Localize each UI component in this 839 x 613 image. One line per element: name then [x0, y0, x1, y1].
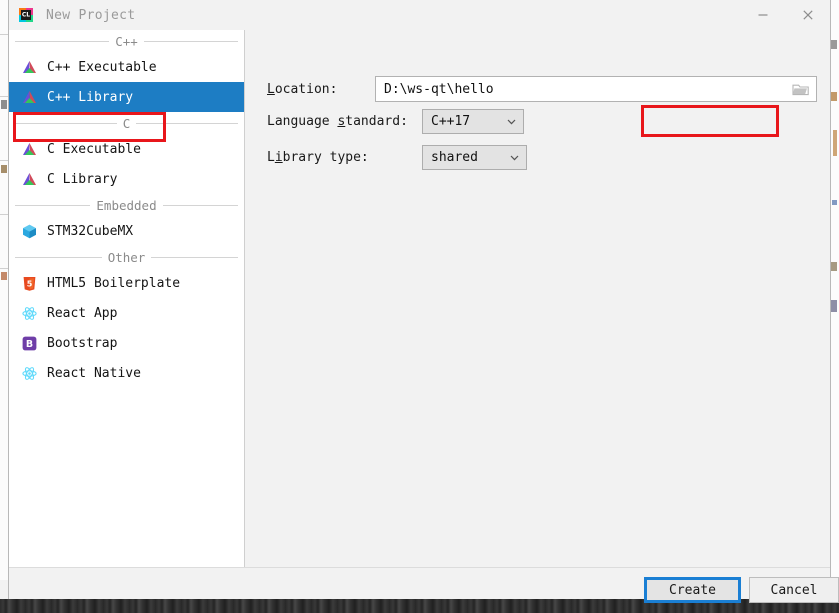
libtype-label-post: brary type: [282, 149, 369, 165]
group-header-c: C [9, 112, 244, 134]
language-standard-select[interactable]: C++17 [422, 108, 524, 134]
group-label: Other [107, 249, 146, 265]
library-type-value: shared [431, 149, 478, 165]
dialog-content: C++ C++ Executable C++ Library C C Execu… [9, 30, 830, 567]
list-item-label: STM32CubeMX [47, 223, 134, 239]
chevron-down-icon [508, 151, 521, 164]
html5-icon: 5 [21, 275, 38, 292]
clion-triangle-icon [21, 171, 38, 188]
separator-line [136, 122, 238, 124]
location-row: Location: D:\ws-qt\hello [267, 76, 817, 102]
list-item-label: Bootstrap [47, 335, 118, 351]
separator-line [162, 204, 238, 206]
react-icon [21, 365, 38, 382]
library-type-select[interactable]: shared [422, 144, 527, 170]
separator-line [15, 256, 102, 258]
project-settings-form: Location: D:\ws-qt\hello Language standa… [246, 30, 830, 567]
new-project-dialog: CL New Project C++ C++ Executable C++ Li… [8, 0, 839, 603]
list-item-cpp-executable[interactable]: C++ Executable [9, 52, 244, 82]
create-button[interactable]: Create [644, 577, 741, 603]
background-glyph [832, 200, 837, 205]
cancel-button-label: Cancel [770, 582, 818, 598]
project-template-list[interactable]: C++ C++ Executable C++ Library C C Execu… [9, 30, 245, 567]
separator-line [15, 204, 91, 206]
background-glyph [1, 100, 7, 109]
location-input[interactable]: D:\ws-qt\hello [375, 76, 817, 102]
list-item-label: C Executable [47, 141, 141, 157]
libtype-label-pre: L [267, 149, 275, 165]
background-glyph [1, 272, 7, 280]
dialog-title: New Project [46, 7, 136, 23]
lang-label-post: tandard: [345, 113, 408, 129]
list-item-cpp-library[interactable]: C++ Library [9, 82, 244, 112]
list-item-label: React App [47, 305, 118, 321]
group-label: Embedded [96, 197, 157, 213]
location-value: D:\ws-qt\hello [384, 81, 494, 97]
group-label: C [122, 115, 131, 131]
list-item-label: C++ Library [47, 89, 134, 105]
svg-text:5: 5 [27, 279, 33, 288]
separator-line [15, 122, 117, 124]
separator-line [151, 256, 239, 258]
list-item-c-executable[interactable]: C Executable [9, 134, 244, 164]
dialog-titlebar[interactable]: CL New Project [9, 0, 830, 30]
dialog-footer: Create Cancel [9, 567, 839, 603]
list-item-react-native[interactable]: React Native [9, 358, 244, 388]
highlight-library-type [641, 105, 779, 137]
list-item-react-app[interactable]: React App [9, 298, 244, 328]
clion-icon: CL [18, 7, 34, 23]
background-glyph [830, 40, 837, 49]
svg-text:B: B [26, 339, 33, 350]
lang-label-pre: Language [267, 113, 338, 129]
library-type-row: Library type: shared [267, 144, 527, 170]
list-item-label: HTML5 Boilerplate [47, 275, 181, 291]
separator-line [143, 40, 239, 42]
language-standard-value: C++17 [431, 113, 471, 129]
location-label-rest: ocation: [274, 81, 338, 97]
list-item-label: React Native [47, 365, 141, 381]
background-glyph [833, 130, 837, 156]
group-header-cpp: C++ [9, 30, 244, 52]
create-button-label: Create [669, 582, 716, 598]
close-button[interactable] [785, 0, 830, 30]
language-standard-row: Language standard: C++17 [267, 108, 524, 134]
folder-icon[interactable] [786, 77, 816, 101]
library-type-label: Library type: [267, 150, 422, 165]
bootstrap-icon: B [21, 335, 38, 352]
group-label: C++ [115, 33, 138, 49]
background-glyph [830, 262, 837, 271]
group-header-embedded: Embedded [9, 194, 244, 216]
clion-triangle-icon [21, 89, 38, 106]
background-glyph [830, 92, 837, 101]
svg-text:CL: CL [22, 11, 30, 18]
location-label-mnemonic: L [267, 81, 275, 97]
list-item-c-library[interactable]: C Library [9, 164, 244, 194]
chevron-down-icon [505, 115, 518, 128]
window-controls [740, 0, 830, 30]
libtype-label-mnemonic: i [274, 149, 283, 165]
list-item-html5-boilerplate[interactable]: 5 HTML5 Boilerplate [9, 268, 244, 298]
background-glyph [1, 165, 7, 173]
list-item-bootstrap[interactable]: B Bootstrap [9, 328, 244, 358]
clion-triangle-icon [21, 59, 38, 76]
cancel-button[interactable]: Cancel [749, 577, 839, 603]
list-item-stm32cubemx[interactable]: STM32CubeMX [9, 216, 244, 246]
cube-icon [21, 223, 38, 240]
minimize-button[interactable] [740, 0, 785, 30]
group-header-other: Other [9, 246, 244, 268]
location-label: Location: [267, 82, 375, 97]
separator-line [15, 40, 110, 42]
list-item-label: C Library [47, 171, 118, 187]
language-standard-label: Language standard: [267, 114, 422, 129]
clion-triangle-icon [21, 141, 38, 158]
react-icon [21, 305, 38, 322]
list-item-label: C++ Executable [47, 59, 157, 75]
